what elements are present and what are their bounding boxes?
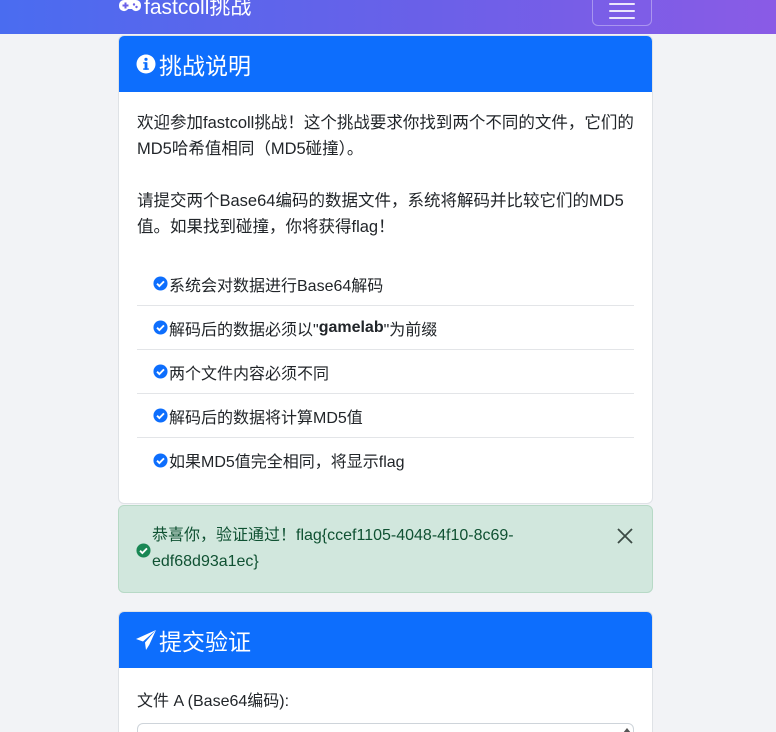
- rule-text: 解码后的数据将计算MD5值: [169, 409, 363, 427]
- rule-text: 两个文件内容必须不同: [169, 365, 330, 383]
- rule-text: 系统会对数据进行Base64解码: [169, 277, 384, 295]
- submit-card-body: 文件 A (Base64编码):: [119, 668, 652, 732]
- paper-plane-icon: [136, 630, 156, 650]
- close-icon[interactable]: [616, 527, 634, 545]
- instructions-title: 挑战说明: [159, 53, 251, 79]
- hamburger-line: [609, 10, 635, 12]
- check-circle-icon: [153, 408, 168, 423]
- navbar-toggler-button[interactable]: [592, 0, 652, 26]
- rule-text: 如果MD5值完全相同，将显示flag: [169, 454, 405, 471]
- check-circle-icon: [153, 320, 168, 335]
- intro-paragraph: 欢迎参加fastcoll挑战！这个挑战要求你找到两个不同的文件，它们的MD5哈希…: [137, 114, 634, 158]
- list-item: 如果MD5值完全相同，将显示flag: [137, 438, 634, 482]
- alert-message: 恭喜你，验证通过！flag{ccef1105-4048-4f10-8c69-ed…: [152, 527, 514, 570]
- check-circle-icon: [153, 452, 168, 468]
- brand-text: fastcoll挑战: [144, 0, 252, 19]
- file-a-label: 文件 A (Base64编码):: [137, 693, 290, 710]
- gamepad-icon: [119, 0, 141, 12]
- hamburger-menu-icon: [609, 3, 635, 5]
- list-item: 解码后的数据必须以" gamelab "为前缀: [137, 306, 634, 350]
- hamburger-line: [609, 17, 635, 19]
- rule-text-pre: 解码后的数据必须以": [169, 321, 319, 339]
- check-circle-icon: [153, 276, 168, 291]
- file-a-textarea[interactable]: [137, 723, 634, 732]
- submit-paragraph: 请提交两个Base64编码的数据文件，系统将解码并比较它们的MD5值。如果找到碰…: [137, 192, 624, 236]
- submit-title: 提交验证: [159, 629, 251, 655]
- brand-link[interactable]: fastcoll挑战: [118, 0, 251, 20]
- navbar: fastcoll挑战: [0, 0, 776, 34]
- list-item: 系统会对数据进行Base64解码: [137, 262, 634, 306]
- list-item: 解码后的数据将计算MD5值: [137, 394, 634, 438]
- submit-card-header: 提交验证: [119, 612, 652, 668]
- rule-text-bold: gamelab: [318, 318, 384, 336]
- rules-list: 系统会对数据进行Base64解码 解码后的数据必须以" gamelab "为前缀 两…: [137, 262, 634, 482]
- check-circle-icon: [136, 543, 151, 558]
- rule-text-post: "为前缀: [383, 321, 438, 339]
- scroll-up-icon[interactable]: [623, 728, 631, 732]
- instructions-card-body: 欢迎参加fastcoll挑战！这个挑战要求你找到两个不同的文件，它们的MD5哈希…: [119, 92, 652, 482]
- list-item: 两个文件内容必须不同: [137, 350, 634, 394]
- instructions-card: 挑战说明 欢迎参加fastcoll挑战！这个挑战要求你找到两个不同的文件，它们的…: [118, 35, 653, 504]
- instructions-card-header: 挑战说明: [119, 36, 652, 92]
- info-circle-icon: [136, 54, 156, 74]
- submit-card: 提交验证 文件 A (Base64编码):: [118, 611, 653, 732]
- success-alert: 恭喜你，验证通过！flag{ccef1105-4048-4f10-8c69-ed…: [118, 505, 653, 593]
- check-circle-icon: [153, 364, 168, 379]
